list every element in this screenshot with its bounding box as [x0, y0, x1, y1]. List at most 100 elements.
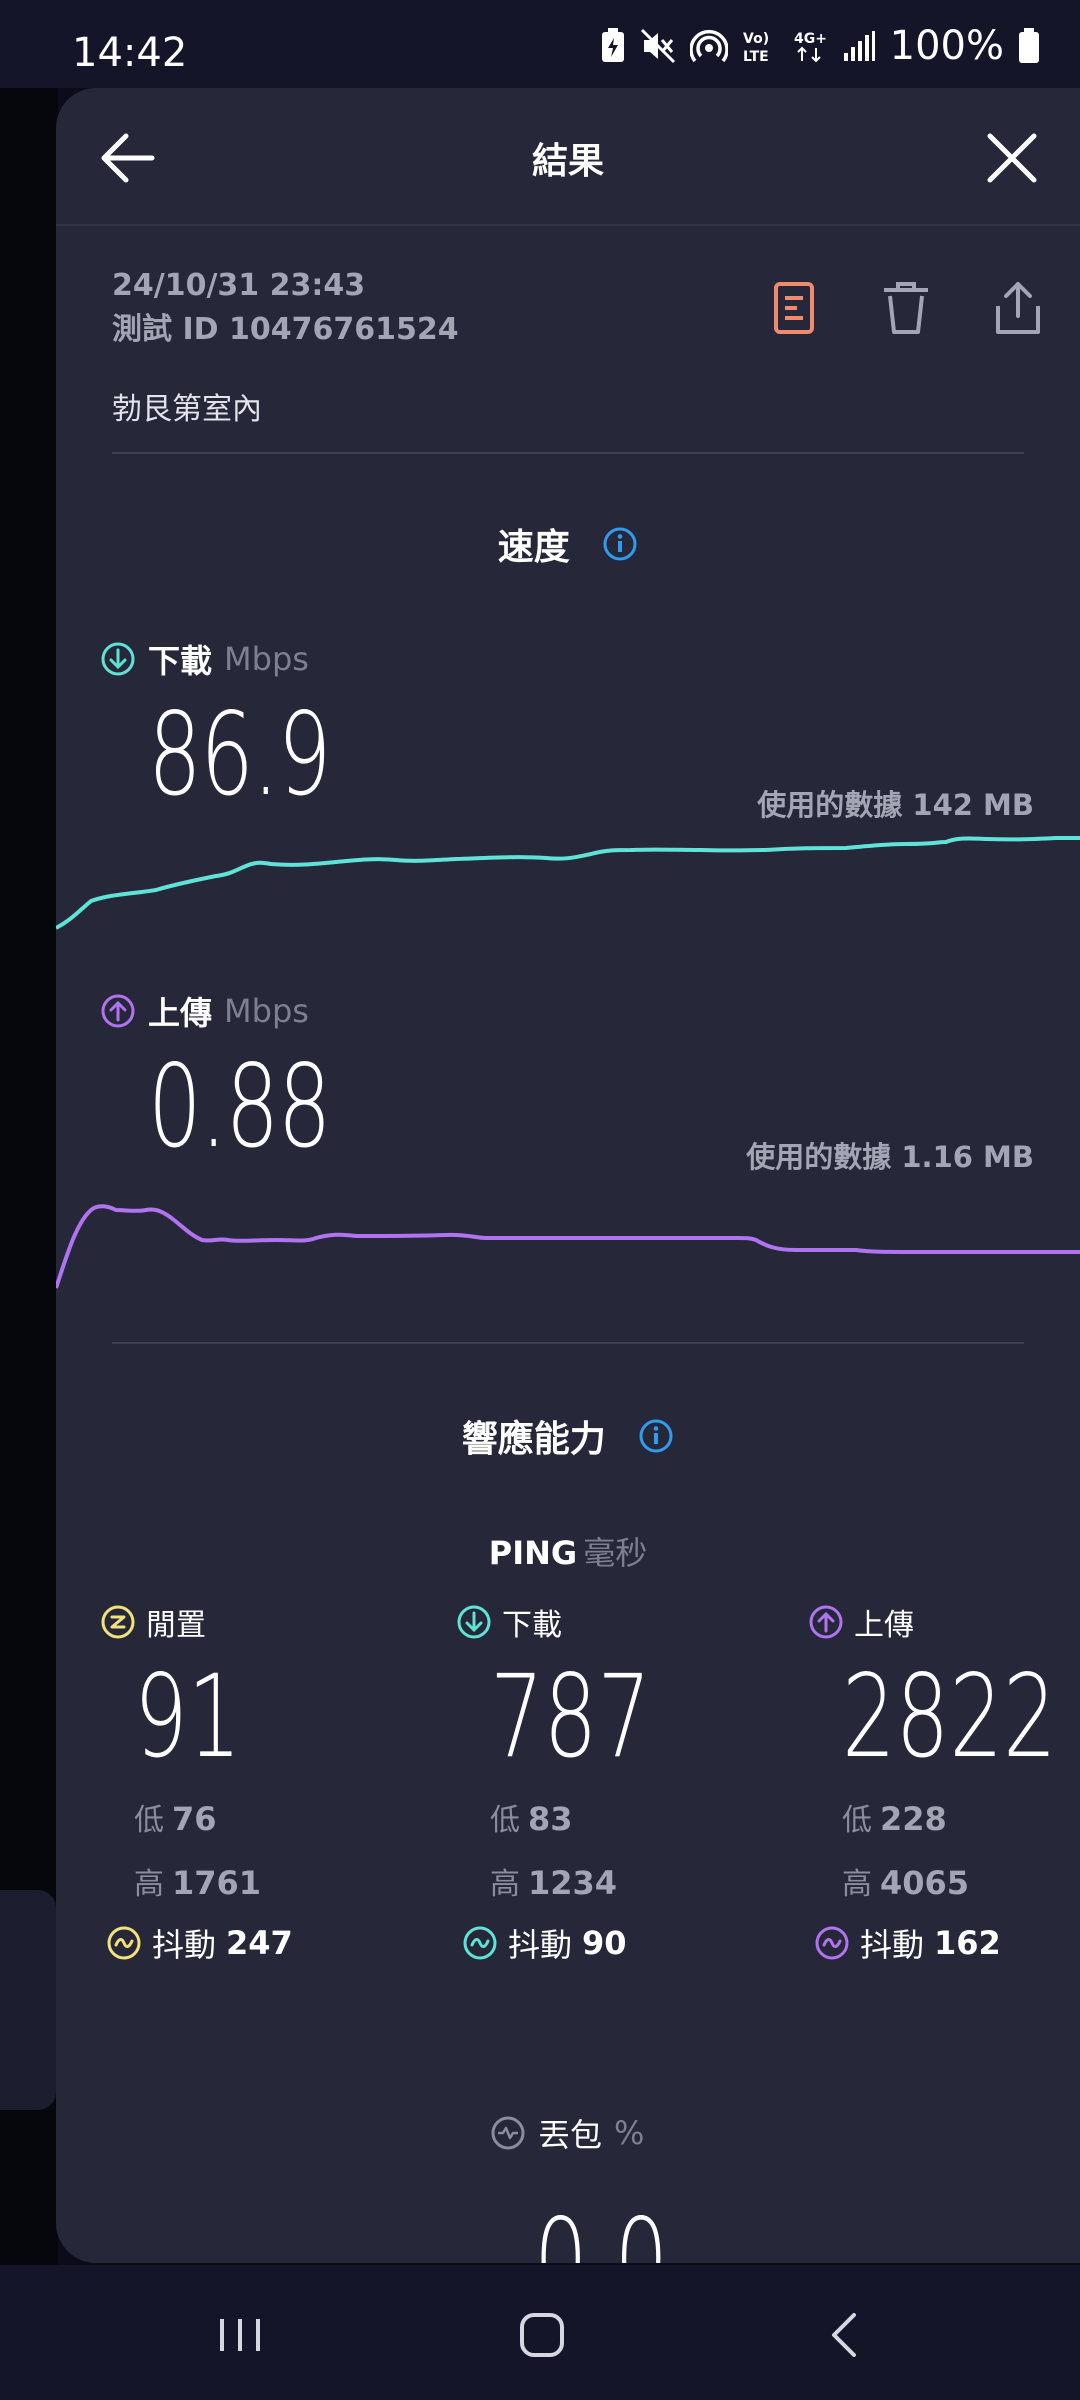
upload-jitter: 抖動 162 — [814, 1920, 1080, 1966]
jitter-label: 抖動 — [508, 1926, 573, 1964]
jitter-label: 抖動 — [860, 1926, 925, 1964]
high-label: 高 — [842, 1867, 872, 1902]
background-card-edge — [0, 1890, 56, 2110]
ping-unit: 毫秒 — [583, 1534, 648, 1572]
upload-speed-graph — [56, 1204, 1080, 1289]
upload-speed-value: 0.88 — [148, 1040, 331, 1173]
info-icon[interactable] — [638, 1418, 674, 1454]
idle-label-text: 閒置 — [146, 1608, 206, 1643]
upload-high-value: 4065 — [880, 1864, 970, 1902]
upload-low: 低 228 — [842, 1792, 1080, 1846]
jitter-label: 抖動 — [152, 1926, 217, 1964]
upload-speed-label: 上傳 Mbps — [100, 988, 309, 1034]
back-icon[interactable] — [816, 2305, 876, 2365]
mute-icon — [640, 28, 675, 64]
test-id: 測試 ID 10476761524 — [112, 312, 459, 347]
responsiveness-section-title: 響應能力 — [56, 1410, 1080, 1462]
high-label: 高 — [134, 1867, 164, 1902]
jitter-icon — [463, 1926, 497, 1960]
responsiveness-title: 響應能力 — [461, 1419, 606, 1460]
hotspot-icon — [689, 30, 728, 63]
ping-heading: PING 毫秒 — [56, 1528, 1080, 1574]
trash-icon[interactable] — [878, 278, 934, 338]
battery-saver-icon — [601, 28, 624, 62]
low-label: 低 — [490, 1803, 520, 1838]
idle-icon — [101, 1605, 135, 1639]
packet-loss-label: 丟包 % — [490, 2110, 644, 2156]
idle-jitter-value: 247 — [226, 1924, 293, 1962]
idle-low: 低 76 — [134, 1792, 400, 1846]
report-icon[interactable] — [766, 278, 822, 338]
download-high-value: 1234 — [528, 1864, 618, 1902]
download-unit: Mbps — [224, 640, 309, 678]
upload-ping-value: 2822 — [842, 1650, 1057, 1783]
upload-label: 上傳 — [148, 994, 213, 1032]
upload-high: 高 4065 — [842, 1856, 1080, 1910]
download-speed-value: 86.9 — [148, 688, 331, 821]
status-icons: Vo) LTE 4G+ 100% — [600, 23, 1040, 69]
upload-unit: Mbps — [224, 992, 309, 1030]
download-icon — [457, 1605, 491, 1639]
download-speed-graph — [56, 836, 1080, 930]
upload-icon — [809, 1605, 843, 1639]
upload-icon — [101, 994, 135, 1028]
test-location: 勃艮第室內 — [112, 392, 262, 427]
download-label-text: 下載 — [502, 1608, 562, 1643]
status-bar: 14:42 Vo) LTE 4G+ 100% — [0, 0, 1080, 88]
jitter-icon — [107, 1926, 141, 1960]
upload-low-value: 228 — [880, 1800, 947, 1838]
download-jitter: 抖動 90 — [462, 1920, 756, 1966]
download-speed-label: 下載 Mbps — [100, 636, 309, 682]
test-datetime: 24/10/31 23:43 — [112, 268, 366, 303]
idle-high: 高 1761 — [134, 1856, 400, 1910]
speed-title: 速度 — [497, 527, 570, 568]
divider — [112, 452, 1024, 454]
ping-upload-column: 上傳 2822 低 228 高 4065 抖動 162 — [808, 1600, 1080, 1966]
speed-section-title: 速度 — [56, 518, 1080, 570]
high-label: 高 — [490, 1867, 520, 1902]
signal-icon — [843, 31, 875, 61]
svg-text:Vo): Vo) — [743, 31, 769, 47]
svg-text:4G+: 4G+ — [794, 31, 827, 47]
ping-upload-label: 上傳 — [808, 1600, 1080, 1644]
idle-high-value: 1761 — [172, 1864, 262, 1902]
upload-label-text: 上傳 — [854, 1608, 914, 1643]
packet-loss-icon — [491, 2116, 525, 2150]
download-ping-value: 787 — [490, 1650, 652, 1783]
sheet-header: 結果 — [56, 88, 1080, 226]
jitter-icon — [815, 1926, 849, 1960]
packet-loss-label-text: 丟包 — [538, 2116, 603, 2154]
upload-graph-line — [56, 1204, 1080, 1289]
battery-percent: 100% — [889, 23, 1004, 69]
idle-ping-value: 91 — [134, 1650, 242, 1783]
download-graph-line — [56, 836, 1080, 930]
battery-icon — [1019, 28, 1039, 63]
system-nav-bar — [0, 2265, 1080, 2400]
upload-jitter-value: 162 — [934, 1924, 1001, 1962]
recent-apps-icon[interactable] — [210, 2305, 270, 2365]
download-icon — [101, 642, 135, 676]
network-4g-icon: 4G+ — [794, 31, 827, 63]
low-label: 低 — [842, 1803, 872, 1838]
ping-label: PING — [488, 1534, 578, 1572]
ping-idle-label: 閒置 — [100, 1600, 400, 1644]
info-icon[interactable] — [602, 526, 638, 562]
low-label: 低 — [134, 1803, 164, 1838]
home-icon[interactable] — [512, 2305, 572, 2365]
packet-loss-value: 0.0 — [534, 2194, 669, 2263]
download-high: 高 1234 — [490, 1856, 756, 1910]
close-icon[interactable] — [978, 124, 1046, 192]
idle-low-value: 76 — [172, 1800, 217, 1838]
divider — [112, 1342, 1024, 1344]
page-title: 結果 — [531, 141, 604, 182]
download-low: 低 83 — [490, 1792, 756, 1846]
test-meta: 24/10/31 23:43 測試 ID 10476761524 — [112, 264, 459, 352]
share-icon[interactable] — [990, 278, 1046, 338]
ping-idle-column: 閒置 91 低 76 高 1761 抖動 247 — [100, 1600, 400, 1966]
volte-icon: Vo) LTE — [743, 31, 769, 64]
download-jitter-value: 90 — [582, 1924, 627, 1962]
ping-download-label: 下載 — [456, 1600, 756, 1644]
status-time: 14:42 — [72, 30, 188, 76]
idle-jitter: 抖動 247 — [106, 1920, 400, 1966]
download-low-value: 83 — [528, 1800, 573, 1838]
